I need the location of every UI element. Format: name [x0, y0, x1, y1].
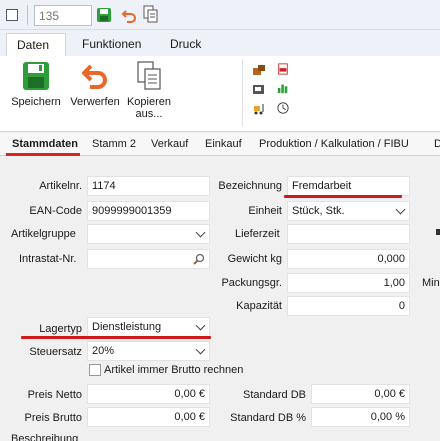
copy-icon[interactable]: [143, 5, 159, 23]
chart-icon[interactable]: [276, 82, 290, 94]
copy-from-button[interactable]: Kopieren aus...: [124, 60, 174, 120]
window-icon[interactable]: [6, 9, 18, 21]
beschreibung-label: Beschreibung: [11, 433, 79, 441]
standard-db-pct-label: Standard DB %: [230, 412, 306, 424]
intrastat-field[interactable]: [87, 249, 210, 269]
einheit-label: Einheit: [248, 205, 282, 217]
chevron-down-icon: [195, 344, 206, 355]
einheit-select[interactable]: Stück, Stk.: [287, 201, 410, 221]
packungsgr-field[interactable]: 1,00: [287, 273, 410, 293]
preis-brutto-label: Preis Brutto: [24, 412, 82, 424]
chevron-down-icon: [195, 227, 206, 238]
save-button[interactable]: Speichern: [8, 60, 64, 108]
brutto-checkbox-label: Artikel immer Brutto rechnen: [104, 364, 244, 376]
lieferzeit-field[interactable]: [287, 224, 410, 244]
cut-off-label-mark: [436, 229, 440, 235]
chevron-down-icon: [395, 204, 406, 215]
ribbon-separator: [242, 60, 243, 126]
machine-icon[interactable]: [252, 83, 266, 95]
preis-netto-field[interactable]: 0,00 €: [87, 384, 210, 404]
search-icon[interactable]: [193, 253, 205, 265]
packungsgr-label: Packungsgr.: [221, 277, 282, 289]
lagertyp-value: Dienstleistung: [92, 321, 162, 333]
bezeichnung-label: Bezeichnung: [218, 180, 282, 192]
steuersatz-select[interactable]: 20%: [87, 341, 210, 361]
copy-label-line2: aus...: [135, 108, 163, 120]
tab-druck[interactable]: Druck: [160, 33, 211, 56]
tab-daten[interactable]: Daten: [6, 33, 66, 56]
ean-label: EAN-Code: [29, 205, 82, 217]
steuersatz-value: 20%: [92, 345, 115, 357]
intrastat-label: Intrastat-Nr.: [19, 253, 77, 265]
content-tabs: Stammdaten Stamm 2 Verkauf Einkauf Produ…: [0, 133, 440, 156]
tab-more[interactable]: D: [434, 138, 440, 150]
artikelgruppe-label: Artikelgruppe: [11, 228, 76, 240]
forklift-icon[interactable]: [252, 103, 266, 115]
tab-einkauf[interactable]: Einkauf: [205, 138, 242, 150]
separator: [27, 5, 28, 25]
artikelgruppe-select[interactable]: [87, 224, 210, 244]
artikelnr-field[interactable]: 1174: [87, 176, 210, 196]
bezeichnung-field[interactable]: Fremdarbeit: [287, 176, 410, 196]
tab-funktionen[interactable]: Funktionen: [72, 33, 151, 56]
tab-produktion[interactable]: Produktion / Kalkulation / FIBU: [259, 138, 409, 150]
kapazitaet-field[interactable]: 0: [287, 296, 410, 316]
undo-icon[interactable]: [121, 7, 137, 23]
preis-brutto-field[interactable]: 0,00 €: [87, 407, 210, 427]
save-label: Speichern: [11, 96, 61, 108]
preis-netto-label: Preis Netto: [27, 389, 82, 401]
pdf-icon[interactable]: [276, 63, 290, 75]
standard-db-field[interactable]: 0,00 €: [311, 384, 410, 404]
record-number-input[interactable]: 135: [34, 5, 92, 26]
tab-verkauf[interactable]: Verkauf: [151, 138, 188, 150]
ribbon-tabs: Daten Funktionen Druck: [0, 30, 440, 56]
copy-label-line1: Kopieren: [126, 96, 172, 108]
ribbon: Speichern Verwerfen Kopieren aus...: [0, 56, 440, 132]
lagertyp-select[interactable]: Dienstleistung: [87, 317, 210, 337]
tab-stammdaten[interactable]: Stammdaten: [12, 138, 78, 150]
lagertyp-highlight: [21, 336, 211, 339]
artikelnr-label: Artikelnr.: [39, 180, 82, 192]
boxes-icon[interactable]: [252, 64, 266, 76]
brutto-checkbox[interactable]: [89, 364, 101, 376]
steuersatz-label: Steuersatz: [29, 346, 82, 358]
gewicht-label: Gewicht kg: [227, 253, 282, 265]
tab-stamm-2[interactable]: Stamm 2: [92, 138, 136, 150]
chevron-down-icon: [195, 320, 206, 331]
kapazitaet-label: Kapazität: [236, 300, 282, 312]
active-tab-indicator: [6, 153, 80, 156]
save-large-icon: [23, 62, 49, 90]
standard-db-label: Standard DB: [243, 389, 306, 401]
save-icon[interactable]: [96, 7, 112, 23]
discard-icon: [82, 64, 107, 89]
lagertyp-label: Lagertyp: [39, 323, 82, 335]
gewicht-field[interactable]: 0,000: [287, 249, 410, 269]
discard-button[interactable]: Verwerfen: [66, 60, 124, 108]
standard-db-pct-field[interactable]: 0,00 %: [311, 407, 410, 427]
discard-label: Verwerfen: [70, 96, 120, 108]
einheit-value: Stück, Stk.: [292, 205, 345, 217]
history-icon[interactable]: [276, 102, 290, 114]
quick-access-bar: 135: [0, 0, 440, 30]
bezeichnung-highlight: [284, 195, 402, 198]
ean-field[interactable]: 9099999001359: [87, 201, 210, 221]
copy-large-icon: [137, 61, 161, 90]
lieferzeit-label: Lieferzeit: [235, 228, 280, 240]
min-label: Min: [422, 277, 440, 289]
